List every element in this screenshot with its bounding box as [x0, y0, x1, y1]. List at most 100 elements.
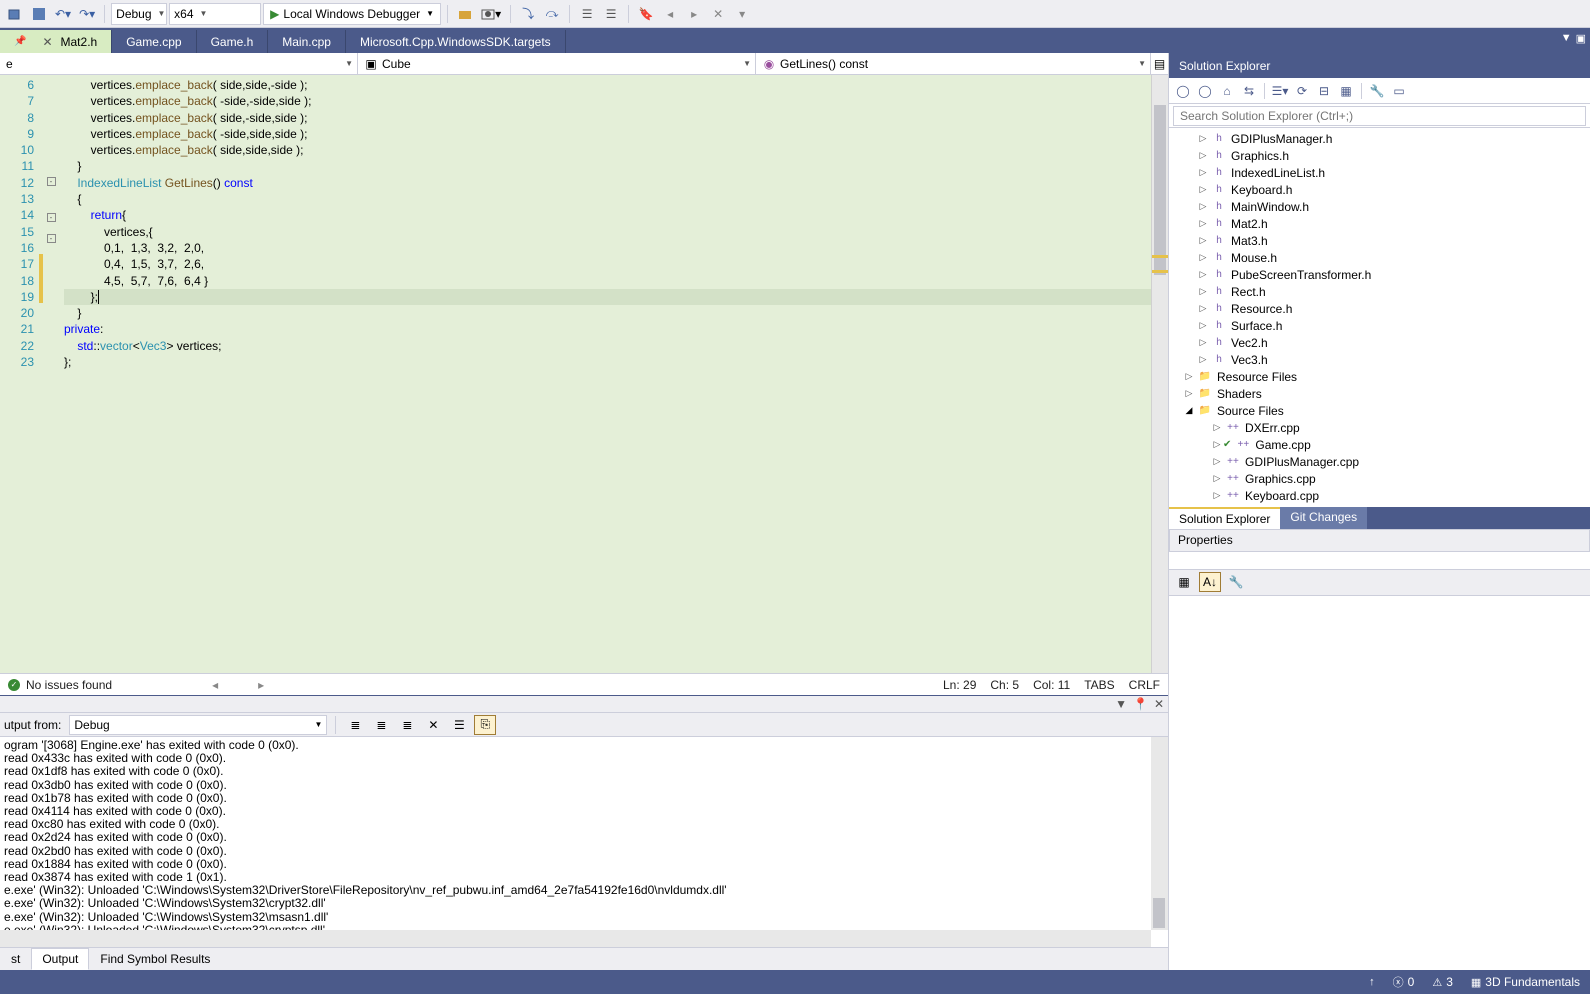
home-icon[interactable]: ⌂	[1217, 81, 1237, 101]
se-tab-solution[interactable]: Solution Explorer	[1169, 507, 1280, 529]
step-into-icon[interactable]: ⤵	[517, 3, 539, 25]
next-issue-icon[interactable]: ▸	[258, 678, 264, 692]
tab-output[interactable]: Output	[31, 948, 89, 970]
save-icon[interactable]	[28, 3, 50, 25]
tree-file[interactable]: ▷++DXErr.cpp	[1169, 419, 1590, 436]
tab-targets[interactable]: Microsoft.Cpp.WindowsSDK.targets	[346, 30, 566, 53]
wrench-icon[interactable]: 🔧	[1225, 572, 1247, 592]
output-vscroll[interactable]	[1151, 737, 1168, 930]
screenshot-icon[interactable]: ▾	[478, 3, 504, 25]
output-clear-icon[interactable]: ≣	[344, 715, 366, 735]
project-mode[interactable]: ▦ 3D Fundamentals	[1471, 975, 1580, 989]
undo-icon[interactable]: ↶▾	[52, 3, 74, 25]
tree-file[interactable]: ▷hMouse.h	[1169, 249, 1590, 266]
bookmark-icon[interactable]: 🔖	[635, 3, 657, 25]
tab-errorlist[interactable]: st	[0, 948, 31, 970]
class-dropdown[interactable]: ▣Cube▼	[358, 53, 756, 74]
config-dropdown[interactable]: Debug▼	[111, 3, 167, 25]
tree-file[interactable]: ▷hMat3.h	[1169, 232, 1590, 249]
tree-file[interactable]: ▷hPubeScreenTransformer.h	[1169, 266, 1590, 283]
panel-pin-icon[interactable]: 📍	[1133, 697, 1148, 711]
split-icon[interactable]: ▤	[1151, 53, 1168, 74]
tree-file[interactable]: ▷++Keyboard.cpp	[1169, 487, 1590, 504]
fold-icon[interactable]: -	[47, 213, 56, 222]
tree-file[interactable]: ▷hIndexedLineList.h	[1169, 164, 1590, 181]
forward-icon[interactable]: ◯	[1195, 81, 1215, 101]
pin-icon[interactable]: 📌	[14, 36, 26, 47]
output-hscroll[interactable]	[0, 930, 1151, 947]
code-editor[interactable]: 67891011121314151617181920212223 --- ver…	[0, 75, 1168, 673]
output-goto-next-icon[interactable]: ≣	[396, 715, 418, 735]
panel-close-icon[interactable]: ✕	[1154, 697, 1164, 711]
prev-bookmark-icon[interactable]: ◂	[659, 3, 681, 25]
outdent-icon[interactable]: ☰	[576, 3, 598, 25]
tree-file[interactable]: ▷hSurface.h	[1169, 317, 1590, 334]
tree-file[interactable]: ▷hMainWindow.h	[1169, 198, 1590, 215]
solution-tree[interactable]: ▷hGDIPlusManager.h▷hGraphics.h▷hIndexedL…	[1169, 128, 1590, 507]
tree-file[interactable]: ▷hMat2.h	[1169, 215, 1590, 232]
tab-gamecpp[interactable]: Game.cpp	[112, 30, 196, 53]
error-count[interactable]: ⓧ 0	[1393, 974, 1415, 990]
tree-file[interactable]: ▷✔++Game.cpp	[1169, 436, 1590, 453]
tree-file[interactable]: ▷hKeyboard.h	[1169, 181, 1590, 198]
toolbar-overflow-icon[interactable]: ▾	[731, 3, 753, 25]
add-to-source-control[interactable]: ↑	[1369, 976, 1375, 988]
tab-gameh[interactable]: Game.h	[197, 30, 269, 53]
output-clearall-icon[interactable]: ✕	[422, 715, 444, 735]
platform-dropdown[interactable]: x64▼	[169, 3, 261, 25]
tree-folder[interactable]: ▷📁Resource Files	[1169, 368, 1590, 385]
editor-scrollbar[interactable]	[1151, 75, 1168, 673]
alphabetical-icon[interactable]: A↓	[1199, 572, 1221, 592]
tab-mat2h[interactable]: 📌 ✕ Mat2.h	[0, 30, 112, 53]
panel-dropdown-icon[interactable]: ▼	[1115, 697, 1127, 711]
tree-file[interactable]: ▷++GDIPlusManager.cpp	[1169, 453, 1590, 470]
tree-file[interactable]: ▷hGraphics.h	[1169, 147, 1590, 164]
tree-file[interactable]: ▷hResource.h	[1169, 300, 1590, 317]
tree-file[interactable]: ▷++Graphics.cpp	[1169, 470, 1590, 487]
output-wrap-icon[interactable]: ☰	[448, 715, 470, 735]
properties-icon[interactable]: 🔧	[1367, 81, 1387, 101]
close-icon[interactable]: ✕	[42, 35, 52, 49]
tree-folder[interactable]: ◢📁Source Files	[1169, 402, 1590, 419]
code-content[interactable]: vertices.emplace_back( side,side,-side )…	[58, 75, 1151, 673]
fold-icon[interactable]: -	[47, 234, 56, 243]
preview-icon[interactable]: ▭	[1389, 81, 1409, 101]
step-over-icon[interactable]: ⤼	[541, 3, 563, 25]
tab-preview-icon[interactable]: ▣	[1576, 32, 1586, 45]
output-source-dropdown[interactable]: Debug▼	[69, 715, 327, 735]
scope-dropdown[interactable]: e▼	[0, 53, 358, 74]
filter-icon[interactable]: ☰▾	[1270, 81, 1290, 101]
tab-dropdown-icon[interactable]: ▼	[1561, 32, 1572, 45]
toolbox-icon[interactable]	[454, 3, 476, 25]
se-tab-git[interactable]: Git Changes	[1280, 507, 1367, 529]
tree-folder[interactable]: ▷📁Shaders	[1169, 385, 1590, 402]
fold-icon[interactable]: -	[47, 177, 56, 186]
tree-file[interactable]: ▷hRect.h	[1169, 283, 1590, 300]
switch-views-icon[interactable]: ⇆	[1239, 81, 1259, 101]
sync-icon[interactable]: ⟳	[1292, 81, 1312, 101]
crlf-indicator[interactable]: CRLF	[1129, 678, 1160, 692]
output-text[interactable]: ogram '[3068] Engine.exe' has exited wit…	[0, 737, 1168, 947]
start-debug-button[interactable]: ▶Local Windows Debugger▼	[263, 3, 441, 25]
tab-maincpp[interactable]: Main.cpp	[268, 30, 346, 53]
indent-icon[interactable]: ☰	[600, 3, 622, 25]
tree-file[interactable]: ▷hVec2.h	[1169, 334, 1590, 351]
redo-icon[interactable]: ↷▾	[76, 3, 98, 25]
new-project-icon[interactable]	[4, 3, 26, 25]
next-bookmark-icon[interactable]: ▸	[683, 3, 705, 25]
prev-issue-icon[interactable]: ◂	[212, 678, 218, 692]
warning-count[interactable]: ⚠ 3	[1432, 975, 1453, 989]
tabs-indicator[interactable]: TABS	[1084, 678, 1114, 692]
output-goto-prev-icon[interactable]: ≣	[370, 715, 392, 735]
show-all-icon[interactable]: ▦	[1336, 81, 1356, 101]
clear-bookmark-icon[interactable]: ✕	[707, 3, 729, 25]
categorized-icon[interactable]: ▦	[1173, 572, 1195, 592]
output-autoscroll-icon[interactable]: ⎘	[474, 715, 496, 735]
back-icon[interactable]: ◯	[1173, 81, 1193, 101]
tab-find-symbol[interactable]: Find Symbol Results	[89, 948, 221, 970]
se-search-input[interactable]	[1173, 106, 1586, 126]
tree-file[interactable]: ▷hGDIPlusManager.h	[1169, 130, 1590, 147]
member-dropdown[interactable]: ◉GetLines() const▼	[756, 53, 1151, 74]
collapse-icon[interactable]: ⊟	[1314, 81, 1334, 101]
tree-file[interactable]: ▷hVec3.h	[1169, 351, 1590, 368]
